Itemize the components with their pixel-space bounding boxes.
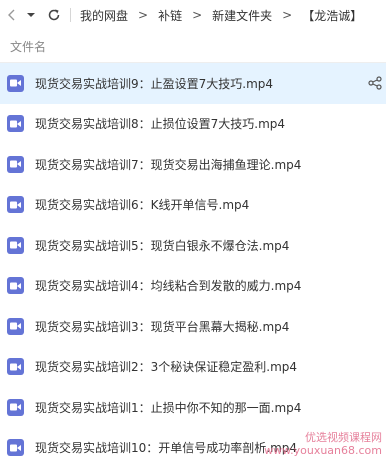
file-name[interactable]: 现货交易实战培训10：开单信号成功率剖析.mp4 — [35, 439, 297, 456]
toolbar: 我的网盘 > 补链 > 新建文件夹 > 【龙浩诚】 — [0, 0, 386, 30]
refresh-button[interactable] — [45, 4, 63, 26]
video-file-icon — [7, 277, 24, 295]
video-file-icon — [7, 358, 24, 376]
back-button[interactable] — [3, 4, 21, 26]
file-row[interactable]: 现货交易实战培训2：3个秘诀保证稳定盈利.mp4 — [0, 347, 386, 388]
file-row[interactable]: 现货交易实战培训9：止盈设置7大技巧.mp4 — [0, 63, 386, 104]
file-list: 现货交易实战培训9：止盈设置7大技巧.mp4 现货交易实战培训8：止损位设置7大技… — [0, 63, 386, 468]
file-name[interactable]: 现货交易实战培训9：止盈设置7大技巧.mp4 — [35, 75, 273, 92]
file-name[interactable]: 现货交易实战培训3：现货平台黑幕大揭秘.mp4 — [35, 318, 289, 335]
refresh-icon — [48, 9, 60, 21]
file-name[interactable]: 现货交易实战培训6：K线开单信号.mp4 — [35, 196, 249, 213]
list-header: 文件名 — [0, 30, 386, 63]
video-file-icon — [7, 439, 24, 457]
watermark-line-2: www.youxuan68.com — [264, 444, 382, 457]
breadcrumb-separator: > — [282, 8, 293, 22]
toolbar-divider — [70, 8, 71, 22]
video-file-icon — [7, 398, 24, 416]
video-file-icon — [7, 236, 24, 254]
chevron-left-icon — [8, 9, 15, 21]
breadcrumb-separator: > — [192, 8, 203, 22]
file-row[interactable]: 现货交易实战培训3：现货平台黑幕大揭秘.mp4 — [0, 306, 386, 347]
video-file-icon — [7, 196, 24, 214]
watermark-line-1: 优选视频课程网 — [305, 431, 382, 444]
breadcrumb-item[interactable]: 【龙浩诚】 — [302, 7, 362, 24]
share-icon[interactable] — [367, 75, 383, 91]
column-header-filename[interactable]: 文件名 — [10, 38, 46, 55]
file-row[interactable]: 现货交易实战培训4：均线粘合到发散的威力.mp4 — [0, 266, 386, 307]
file-name[interactable]: 现货交易实战培训4：均线粘合到发散的威力.mp4 — [35, 277, 301, 294]
file-row[interactable]: 现货交易实战培训5：现货白银永不爆仓法.mp4 — [0, 225, 386, 266]
video-file-icon — [7, 317, 24, 335]
file-name[interactable]: 现货交易实战培训5：现货白银永不爆仓法.mp4 — [35, 237, 289, 254]
file-name[interactable]: 现货交易实战培训8：止损位设置7大技巧.mp4 — [35, 115, 285, 132]
file-row[interactable]: 现货交易实战培训7：现货交易出海捕鱼理论.mp4 — [0, 144, 386, 185]
breadcrumb-item[interactable]: 补链 — [158, 7, 182, 24]
breadcrumb-item[interactable]: 我的网盘 — [80, 7, 128, 24]
file-row[interactable]: 现货交易实战培训6：K线开单信号.mp4 — [0, 185, 386, 226]
file-name[interactable]: 现货交易实战培训1：止损中你不知的那一面.mp4 — [35, 399, 301, 416]
file-row[interactable]: 现货交易实战培训1：止损中你不知的那一面.mp4 — [0, 387, 386, 428]
file-row[interactable]: 现货交易实战培训8：止损位设置7大技巧.mp4 — [0, 104, 386, 145]
watermark: 优选视频课程网 www.youxuan68.com — [264, 431, 382, 457]
breadcrumb: 我的网盘 > 补链 > 新建文件夹 > 【龙浩诚】 — [80, 7, 362, 24]
file-name[interactable]: 现货交易实战培训7：现货交易出海捕鱼理论.mp4 — [35, 156, 301, 173]
breadcrumb-item[interactable]: 新建文件夹 — [212, 7, 272, 24]
chevron-down-icon — [27, 13, 35, 17]
video-file-icon — [7, 155, 24, 173]
video-file-icon — [7, 74, 24, 92]
file-name[interactable]: 现货交易实战培训2：3个秘诀保证稳定盈利.mp4 — [35, 358, 297, 375]
forward-dropdown-button[interactable] — [22, 4, 40, 26]
breadcrumb-separator: > — [138, 8, 149, 22]
video-file-icon — [7, 115, 24, 133]
